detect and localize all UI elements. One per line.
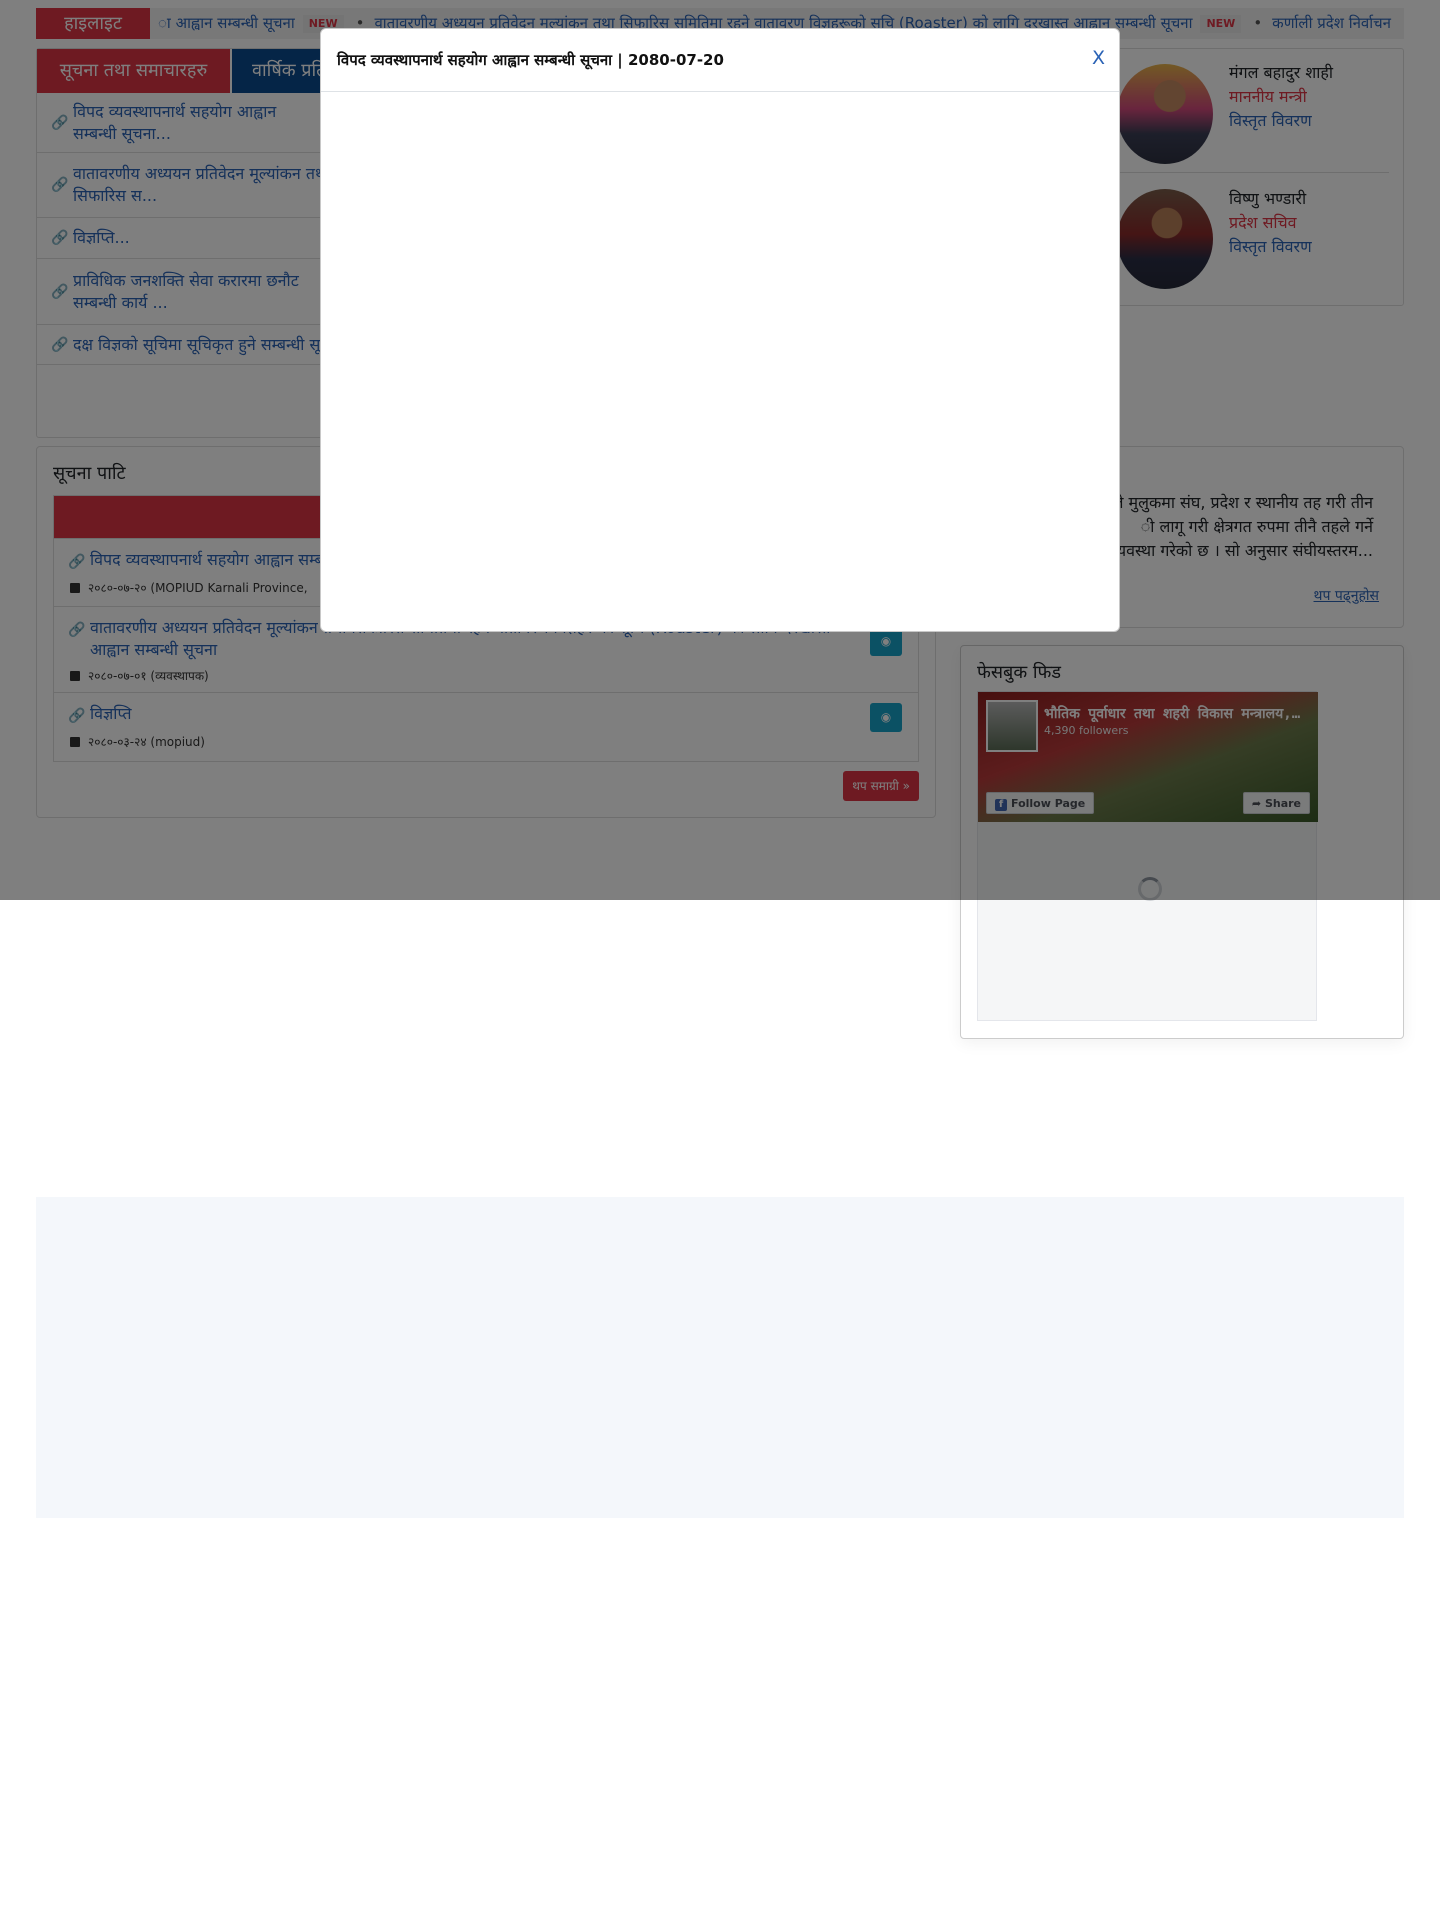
notice-modal: विपद व्यवस्थापनार्थ सहयोग आह्वान सम्बन्ध… bbox=[320, 28, 1120, 632]
modal-title: विपद व्यवस्थापनार्थ सहयोग आह्वान सम्बन्ध… bbox=[337, 51, 724, 69]
lower-content-band bbox=[36, 1197, 1404, 1518]
modal-header: विपद व्यवस्थापनार्थ सहयोग आह्वान सम्बन्ध… bbox=[321, 29, 1119, 92]
modal-close-button[interactable]: X bbox=[1092, 47, 1105, 69]
